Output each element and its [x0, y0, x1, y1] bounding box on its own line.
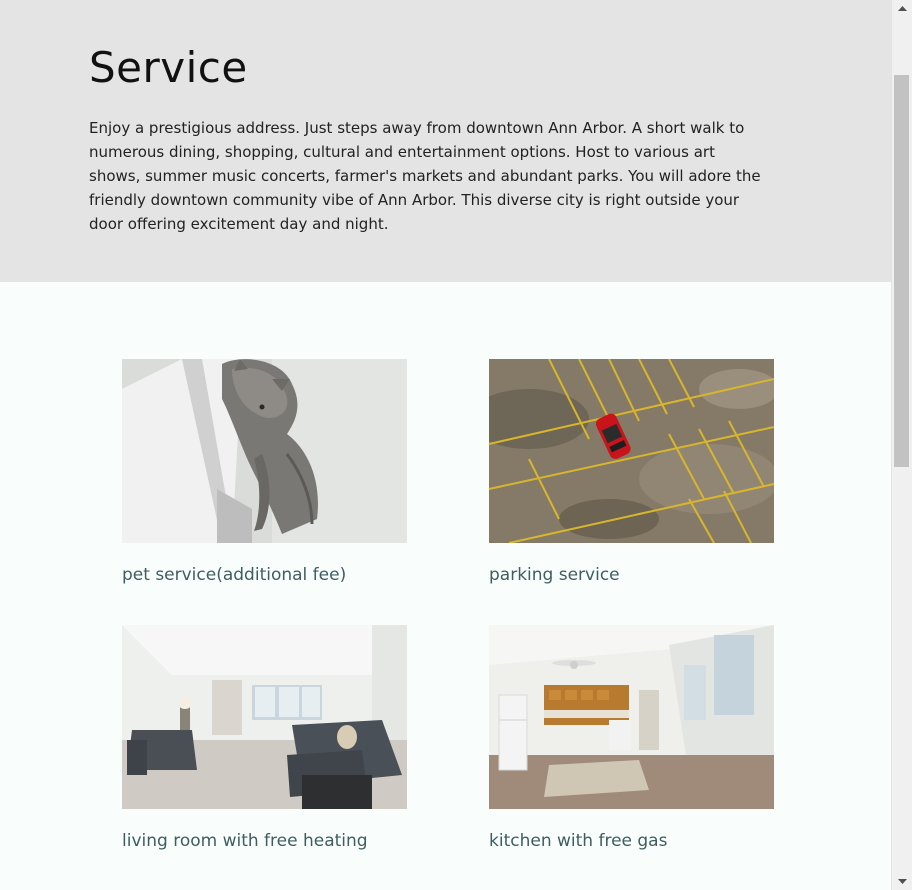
- service-card-kitchen[interactable]: kitchen with free gas: [489, 625, 774, 853]
- service-caption[interactable]: kitchen with free gas: [489, 829, 774, 853]
- service-caption[interactable]: pet service(additional fee): [122, 563, 407, 587]
- section-title: Service: [89, 43, 248, 92]
- service-caption[interactable]: living room with free heating: [122, 829, 407, 853]
- page: Service Enjoy a prestigious address. Jus…: [0, 0, 891, 890]
- service-caption[interactable]: parking service: [489, 563, 774, 587]
- parking-lot-photo: [489, 359, 774, 543]
- service-card-pet[interactable]: pet service(additional fee): [122, 359, 407, 587]
- chevron-up-icon[interactable]: [892, 0, 912, 17]
- chevron-down-icon[interactable]: [892, 873, 912, 890]
- cat-photo: [122, 359, 407, 543]
- service-section-header: Service Enjoy a prestigious address. Jus…: [0, 0, 891, 282]
- vertical-scrollbar[interactable]: [891, 0, 912, 890]
- service-card-living-room[interactable]: living room with free heating: [122, 625, 407, 853]
- section-description: Enjoy a prestigious address. Just steps …: [89, 119, 761, 233]
- service-card-parking[interactable]: parking service: [489, 359, 774, 587]
- kitchen-photo: [489, 625, 774, 809]
- scrollbar-thumb[interactable]: [894, 75, 909, 467]
- living-room-photo: [122, 625, 407, 809]
